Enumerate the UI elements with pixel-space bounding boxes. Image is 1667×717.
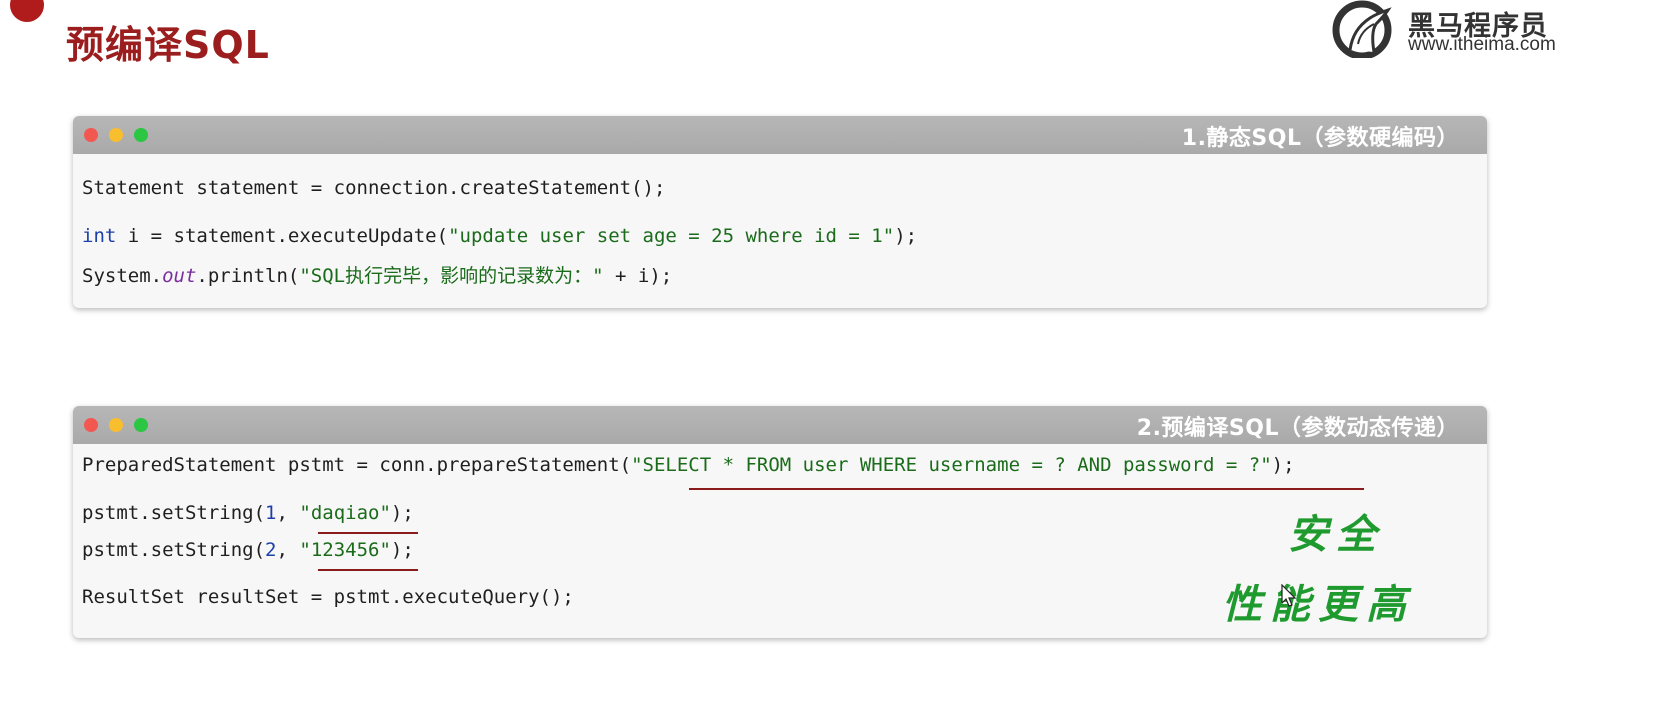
close-dot-icon xyxy=(84,128,98,142)
maximize-dot-icon xyxy=(134,418,148,432)
code-text: .println( xyxy=(196,265,300,287)
page-title: 预编译SQL xyxy=(66,23,270,67)
code-line: ResultSet resultSet = pstmt.executeQuery… xyxy=(82,586,574,608)
code-line: pstmt.setString(2, "123456"); xyxy=(82,539,414,561)
code-field: out xyxy=(162,265,197,287)
code-number: 2 xyxy=(265,539,277,561)
note-performance: 性能更高 xyxy=(1222,582,1414,628)
code-text: ); xyxy=(390,502,414,524)
code-string: "daqiao" xyxy=(299,502,391,524)
note-safe: 安全 xyxy=(1288,512,1384,558)
code-card-static-sql: 1.静态SQL（参数硬编码） Statement statement = con… xyxy=(73,116,1487,308)
code-string: "update user set age = 25 where id = 1" xyxy=(448,225,895,247)
card-caption: 2.预编译SQL（参数动态传递） xyxy=(1136,416,1459,441)
minimize-dot-icon xyxy=(109,418,123,432)
code-text: pstmt.setString( xyxy=(82,502,266,524)
minimize-dot-icon xyxy=(109,128,123,142)
itheima-logo: 黑马程序员 www.itheima.com xyxy=(1328,0,1663,60)
param-underline xyxy=(318,569,418,571)
param-underline xyxy=(318,532,418,534)
code-number: 1 xyxy=(265,502,277,524)
logo-url: www.itheima.com xyxy=(1408,34,1556,55)
code-line: Statement statement = connection.createS… xyxy=(82,177,666,199)
code-string: "SQL执行完毕，影响的记录数为：" xyxy=(299,265,604,287)
code-text: , xyxy=(276,539,300,561)
code-text: , xyxy=(276,502,300,524)
code-line: System.out.println("SQL执行完毕，影响的记录数为：" + … xyxy=(82,261,672,288)
card-titlebar: 2.预编译SQL（参数动态传递） xyxy=(73,406,1487,444)
code-text: pstmt.setString( xyxy=(82,539,266,561)
code-line: PreparedStatement pstmt = conn.prepareSt… xyxy=(82,454,1295,476)
card-titlebar: 1.静态SQL（参数硬编码） xyxy=(73,116,1487,154)
code-line: pstmt.setString(1, "daqiao"); xyxy=(82,502,414,524)
corner-decoration-dot xyxy=(10,0,44,22)
card-caption: 1.静态SQL（参数硬编码） xyxy=(1181,126,1459,151)
mouse-cursor-icon xyxy=(1281,584,1297,607)
code-text: ); xyxy=(1271,454,1295,476)
close-dot-icon xyxy=(84,418,98,432)
code-string: "123456" xyxy=(299,539,391,561)
code-text: System. xyxy=(82,265,163,287)
code-text: + i); xyxy=(603,265,673,287)
code-text: ); xyxy=(894,225,918,247)
code-text: ); xyxy=(390,539,414,561)
code-text: i = statement.executeUpdate( xyxy=(116,225,449,247)
code-line: int i = statement.executeUpdate("update … xyxy=(82,225,917,247)
sql-underline xyxy=(689,488,1364,490)
code-text: PreparedStatement pstmt = conn.prepareSt… xyxy=(82,454,632,476)
horse-logo-icon xyxy=(1332,0,1392,58)
code-keyword: int xyxy=(82,225,117,247)
code-string: "SELECT * FROM user WHERE username = ? A… xyxy=(631,454,1272,476)
maximize-dot-icon xyxy=(134,128,148,142)
